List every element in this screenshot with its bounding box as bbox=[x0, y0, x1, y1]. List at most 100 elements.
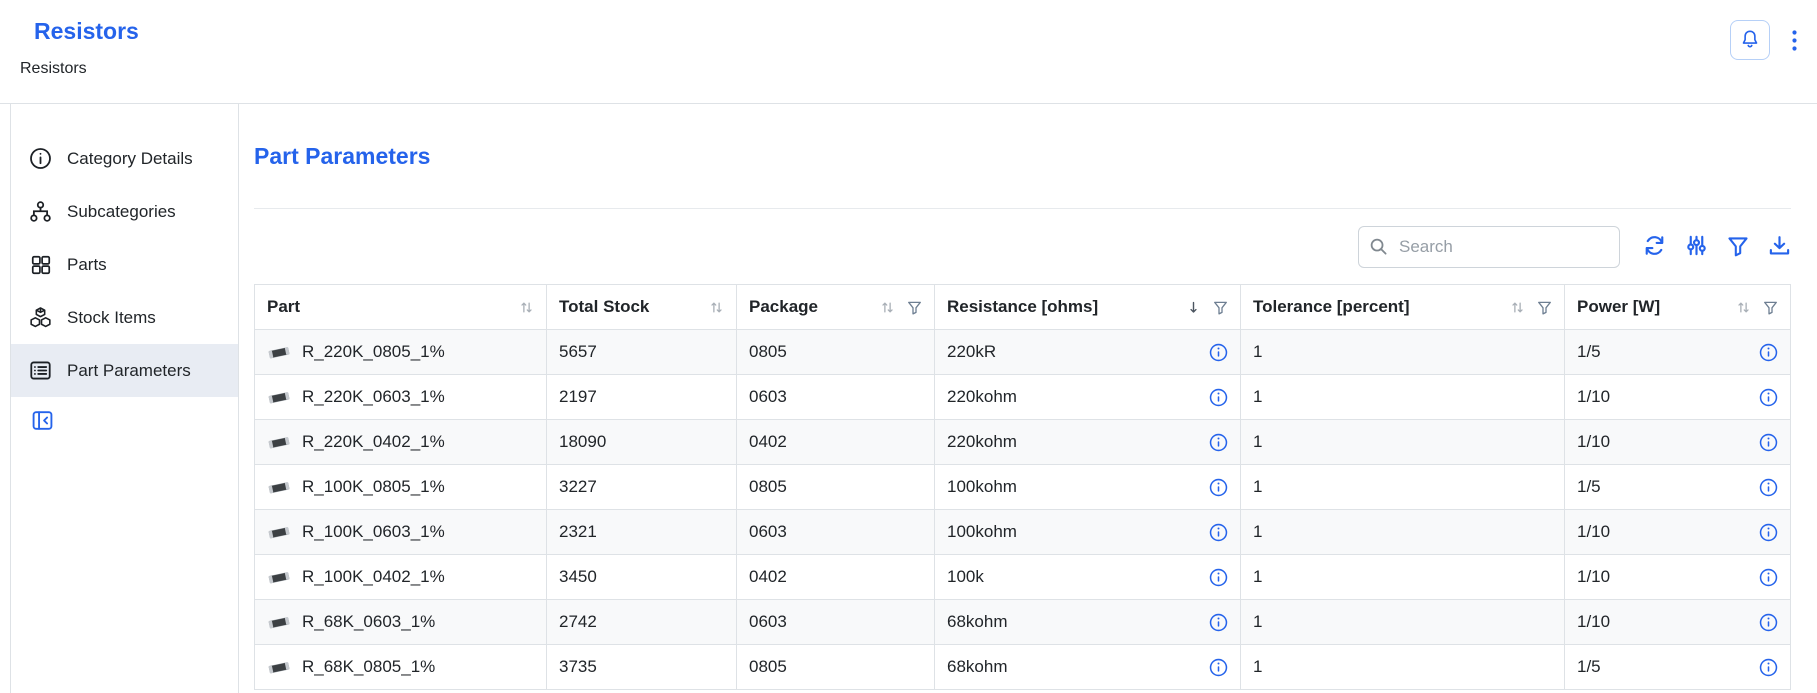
column-header-total_stock[interactable]: Total Stock bbox=[547, 285, 737, 330]
cell-part: R_68K_0603_1% bbox=[255, 600, 547, 645]
parameter-info-icon[interactable] bbox=[1759, 343, 1778, 362]
total_stock-value: 2321 bbox=[559, 522, 597, 541]
part-thumbnail-icon bbox=[267, 524, 291, 541]
sidebar-item-part-parameters[interactable]: Part Parameters bbox=[11, 344, 238, 397]
column-filter-icon[interactable] bbox=[1213, 300, 1228, 315]
cell-part: R_220K_0402_1% bbox=[255, 420, 547, 465]
tolerance-value: 1 bbox=[1253, 567, 1262, 586]
tolerance-value: 1 bbox=[1253, 387, 1262, 406]
main-panel: Part Parameters bbox=[239, 104, 1817, 693]
column-header-tolerance[interactable]: Tolerance [percent] bbox=[1241, 285, 1565, 330]
column-settings-button[interactable] bbox=[1685, 235, 1708, 259]
table-row[interactable]: R_100K_0805_1%32270805100kohm11/5 bbox=[255, 465, 1791, 510]
cell-package: 0603 bbox=[737, 600, 935, 645]
cell-tolerance: 1 bbox=[1241, 375, 1565, 420]
parameter-info-icon[interactable] bbox=[1209, 613, 1228, 632]
package-value: 0603 bbox=[749, 612, 787, 631]
total_stock-value: 2197 bbox=[559, 387, 597, 406]
column-header-resistance[interactable]: Resistance [ohms] bbox=[935, 285, 1241, 330]
column-label: Part bbox=[267, 294, 300, 320]
sidebar-item-parts[interactable]: Parts bbox=[11, 238, 238, 291]
cell-package: 0603 bbox=[737, 375, 935, 420]
package-value: 0805 bbox=[749, 477, 787, 496]
table-row[interactable]: R_220K_0603_1%21970603220kohm11/10 bbox=[255, 375, 1791, 420]
resistance-value: 220kohm bbox=[947, 429, 1017, 455]
parameter-info-icon[interactable] bbox=[1209, 433, 1228, 452]
search-input[interactable] bbox=[1358, 226, 1620, 268]
sort-icon[interactable] bbox=[1736, 300, 1751, 315]
table-row[interactable]: R_68K_0603_1%2742060368kohm11/10 bbox=[255, 600, 1791, 645]
part-thumbnail-icon bbox=[267, 344, 291, 361]
collapse-sidebar-button[interactable] bbox=[31, 409, 54, 435]
parameter-info-icon[interactable] bbox=[1759, 523, 1778, 542]
sidebar-item-category-details[interactable]: Category Details bbox=[11, 132, 238, 185]
resistance-value: 100kohm bbox=[947, 474, 1017, 500]
column-header-part[interactable]: Part bbox=[255, 285, 547, 330]
parameter-info-icon[interactable] bbox=[1209, 343, 1228, 362]
column-label: Resistance [ohms] bbox=[947, 294, 1098, 320]
sidebar-item-label: Category Details bbox=[67, 146, 193, 171]
sort-icon[interactable] bbox=[709, 300, 724, 315]
parameter-info-icon[interactable] bbox=[1209, 523, 1228, 542]
bell-icon bbox=[1740, 29, 1760, 52]
sort-icon[interactable] bbox=[519, 300, 534, 315]
sort-icon[interactable] bbox=[880, 300, 895, 315]
cell-power: 1/5 bbox=[1565, 465, 1791, 510]
sidebar-item-label: Stock Items bbox=[67, 305, 156, 330]
sort-desc-icon[interactable] bbox=[1186, 300, 1201, 315]
power-value: 1/10 bbox=[1577, 609, 1610, 635]
cell-package: 0805 bbox=[737, 645, 935, 690]
table-row[interactable]: R_220K_0805_1%56570805220kR11/5 bbox=[255, 330, 1791, 375]
table-row[interactable]: R_220K_0402_1%180900402220kohm11/10 bbox=[255, 420, 1791, 465]
resistance-value: 100k bbox=[947, 564, 984, 590]
sidebar-item-stock-items[interactable]: Stock Items bbox=[11, 291, 238, 344]
parameter-info-icon[interactable] bbox=[1209, 388, 1228, 407]
cell-package: 0402 bbox=[737, 420, 935, 465]
search-box bbox=[1358, 226, 1620, 268]
parameter-info-icon[interactable] bbox=[1759, 658, 1778, 677]
table-row[interactable]: R_68K_0805_1%3735080568kohm11/5 bbox=[255, 645, 1791, 690]
parameter-info-icon[interactable] bbox=[1759, 613, 1778, 632]
column-filter-icon[interactable] bbox=[1537, 300, 1552, 315]
sidebar-item-label: Parts bbox=[67, 252, 107, 277]
parameter-info-icon[interactable] bbox=[1759, 433, 1778, 452]
download-button[interactable] bbox=[1768, 235, 1791, 259]
page-header: Resistors Resistors bbox=[0, 0, 1817, 104]
column-filter-icon[interactable] bbox=[907, 300, 922, 315]
power-value: 1/10 bbox=[1577, 429, 1610, 455]
sort-icon[interactable] bbox=[1510, 300, 1525, 315]
filter-button[interactable] bbox=[1727, 235, 1749, 259]
table-row[interactable]: R_100K_0603_1%23210603100kohm11/10 bbox=[255, 510, 1791, 555]
sidebar-item-subcategories[interactable]: Subcategories bbox=[11, 185, 238, 238]
part-name: R_68K_0805_1% bbox=[302, 654, 435, 680]
power-value: 1/10 bbox=[1577, 519, 1610, 545]
total_stock-value: 18090 bbox=[559, 432, 606, 451]
part-name: R_68K_0603_1% bbox=[302, 609, 435, 635]
column-header-power[interactable]: Power [W] bbox=[1565, 285, 1791, 330]
table-row[interactable]: R_100K_0402_1%34500402100k11/10 bbox=[255, 555, 1791, 600]
refresh-button[interactable] bbox=[1643, 235, 1666, 259]
total_stock-value: 3227 bbox=[559, 477, 597, 496]
column-label: Total Stock bbox=[559, 294, 649, 320]
parameter-info-icon[interactable] bbox=[1759, 568, 1778, 587]
resistance-value: 220kohm bbox=[947, 384, 1017, 410]
parameter-info-icon[interactable] bbox=[1209, 568, 1228, 587]
cell-package: 0603 bbox=[737, 510, 935, 555]
parameter-info-icon[interactable] bbox=[1209, 658, 1228, 677]
overflow-menu-button[interactable] bbox=[1786, 28, 1803, 56]
column-header-package[interactable]: Package bbox=[737, 285, 935, 330]
cell-power: 1/10 bbox=[1565, 555, 1791, 600]
cell-power: 1/10 bbox=[1565, 510, 1791, 555]
package-value: 0805 bbox=[749, 657, 787, 676]
part-name: R_220K_0603_1% bbox=[302, 384, 445, 410]
parameter-info-icon[interactable] bbox=[1209, 478, 1228, 497]
part-thumbnail-icon bbox=[267, 479, 291, 496]
notifications-button[interactable] bbox=[1730, 20, 1770, 60]
page-title: Resistors bbox=[34, 16, 1793, 46]
parameter-info-icon[interactable] bbox=[1759, 388, 1778, 407]
column-filter-icon[interactable] bbox=[1763, 300, 1778, 315]
cell-power: 1/5 bbox=[1565, 330, 1791, 375]
cell-part: R_100K_0603_1% bbox=[255, 510, 547, 555]
parameter-info-icon[interactable] bbox=[1759, 478, 1778, 497]
collapse-sidebar-icon bbox=[31, 420, 54, 435]
